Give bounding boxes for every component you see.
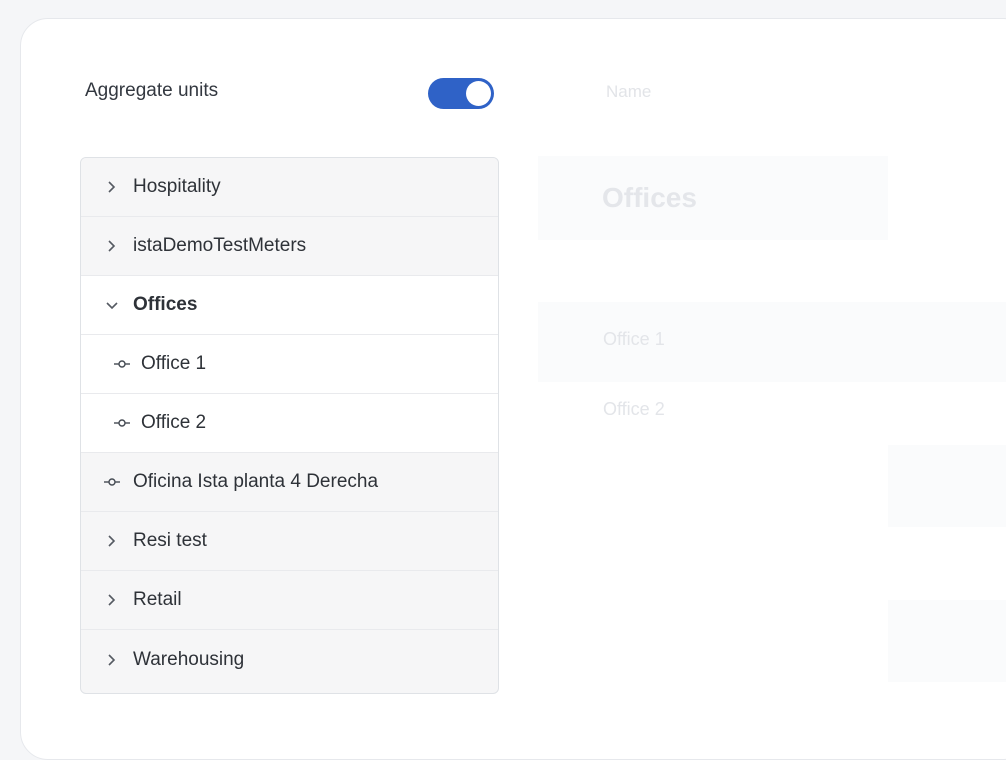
group-title: Offices bbox=[602, 182, 697, 213]
unit-node-icon bbox=[113, 418, 131, 428]
tree-item-retail[interactable]: Retail bbox=[81, 571, 498, 630]
tree-item-label: Resi test bbox=[133, 530, 207, 551]
tree-item-warehousing[interactable]: Warehousing bbox=[81, 630, 498, 689]
unit-node-icon bbox=[113, 359, 131, 369]
chevron-right-icon[interactable] bbox=[103, 594, 121, 606]
tree-item-label: Office 2 bbox=[141, 412, 207, 433]
detail-item-office-1[interactable]: Office 1 bbox=[603, 329, 665, 350]
tree-item-office-1[interactable]: Office 1 bbox=[81, 335, 498, 394]
chevron-right-icon[interactable] bbox=[103, 653, 121, 666]
row-placeholder bbox=[888, 600, 1006, 682]
tree-item-label: Hospitality bbox=[133, 176, 221, 197]
chevron-right-icon[interactable] bbox=[103, 240, 121, 252]
tree-item-hospitality[interactable]: Hospitality bbox=[81, 158, 498, 217]
tree-item-office-2[interactable]: Office 2 bbox=[81, 394, 498, 453]
tree-item-label: Offices bbox=[133, 294, 198, 315]
tree-item-offices[interactable]: Offices bbox=[81, 276, 498, 335]
detail-item-office-2[interactable]: Office 2 bbox=[603, 399, 665, 420]
unit-tree: Hospitality istaDemoTestMeters Offices O… bbox=[80, 157, 499, 694]
aggregate-units-label: Aggregate units bbox=[85, 80, 219, 101]
tree-item-oficina-ista[interactable]: Oficina Ista planta 4 Derecha bbox=[81, 453, 498, 512]
tree-item-label: istaDemoTestMeters bbox=[133, 235, 307, 256]
name-column-header: Name bbox=[606, 82, 652, 101]
tree-item-label: Retail bbox=[133, 589, 182, 610]
toggle-knob bbox=[466, 81, 491, 106]
aggregate-units-toggle[interactable] bbox=[428, 78, 494, 109]
chevron-right-icon[interactable] bbox=[103, 181, 121, 193]
tree-item-istademotestmeters[interactable]: istaDemoTestMeters bbox=[81, 217, 498, 276]
tree-item-label: Oficina Ista planta 4 Derecha bbox=[133, 471, 379, 492]
group-header-placeholder bbox=[538, 156, 888, 240]
chevron-down-icon[interactable] bbox=[103, 300, 121, 310]
unit-node-icon bbox=[103, 477, 121, 487]
tree-item-label: Warehousing bbox=[133, 648, 245, 670]
row-placeholder bbox=[888, 445, 1006, 527]
tree-item-resi-test[interactable]: Resi test bbox=[81, 512, 498, 571]
chevron-right-icon[interactable] bbox=[103, 535, 121, 547]
tree-item-label: Office 1 bbox=[141, 353, 207, 374]
